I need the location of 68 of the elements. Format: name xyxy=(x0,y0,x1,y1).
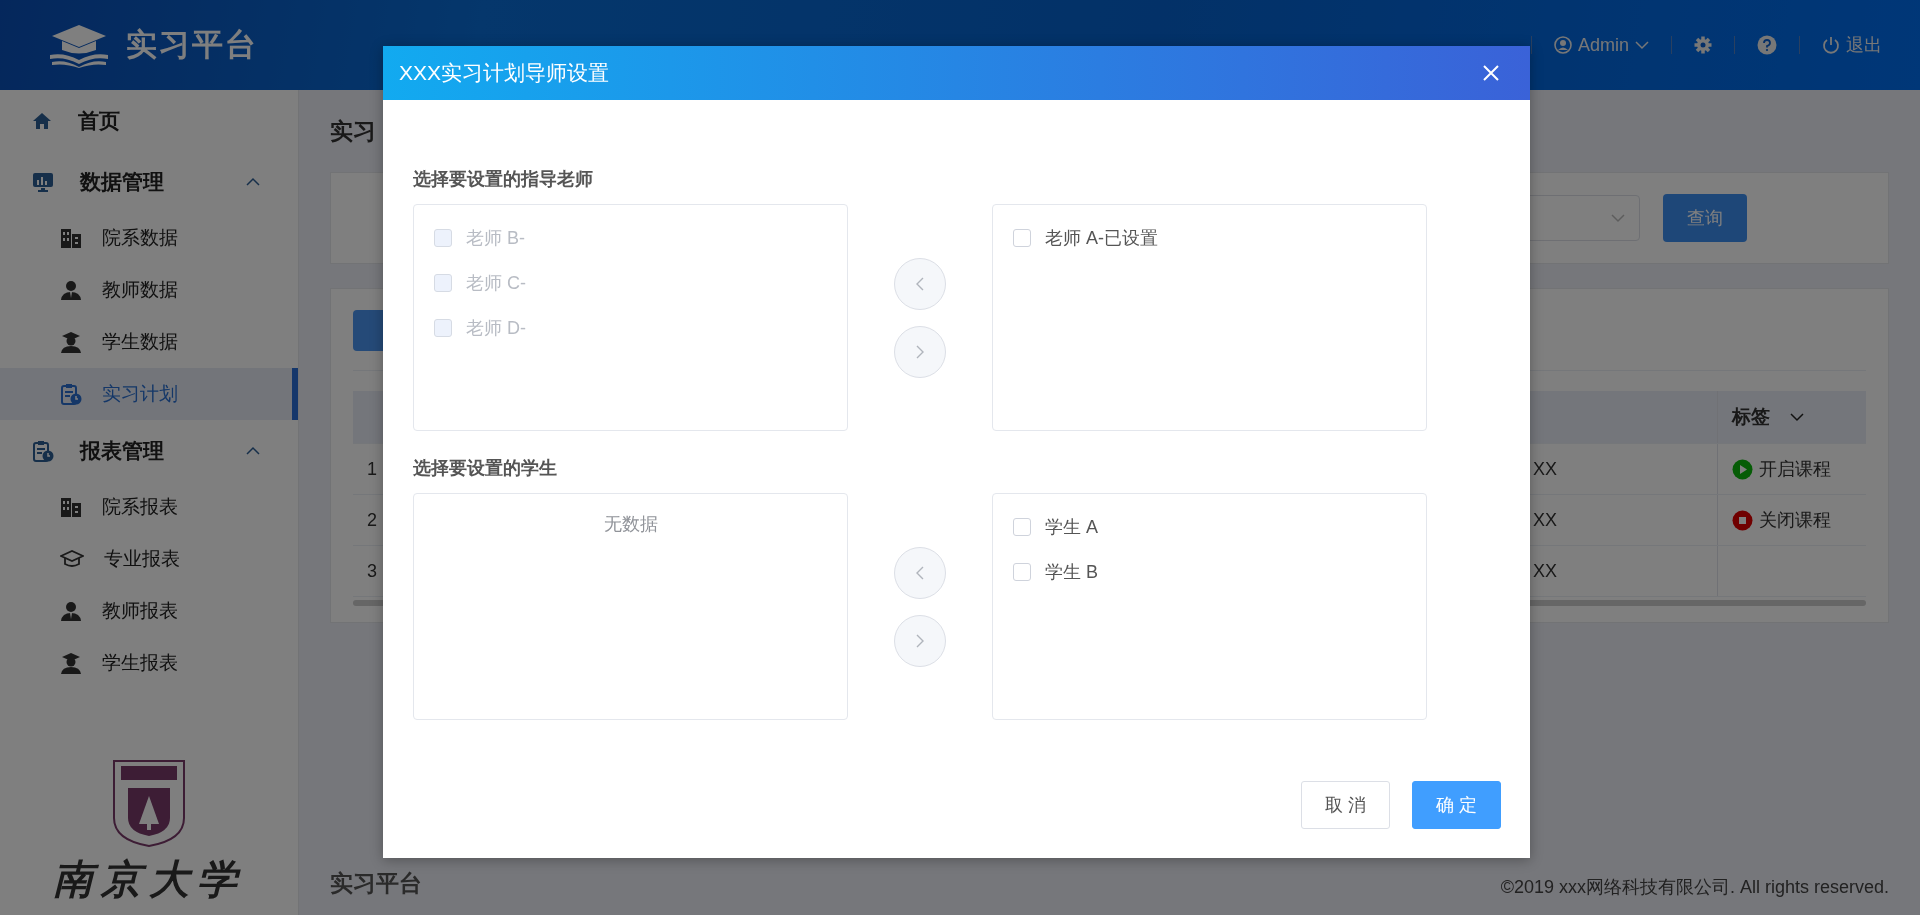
status-tag: 关闭课程 xyxy=(1732,508,1831,532)
nav-item[interactable]: 学生数据 xyxy=(0,316,298,368)
nav-item[interactable]: 数据管理 xyxy=(0,151,298,212)
cancel-button[interactable]: 取 消 xyxy=(1301,781,1390,829)
logo-text: 南京大学 xyxy=(53,854,245,904)
page-title: 实习 xyxy=(330,116,376,146)
chevron-right-icon xyxy=(915,632,925,649)
footer-brand: 实习平台 xyxy=(330,869,422,898)
nav-item[interactable]: 学生报表 xyxy=(0,637,298,689)
table-cell: XX xyxy=(1533,560,1557,582)
logo-icon xyxy=(48,22,110,68)
section-label: 选择要设置的学生 xyxy=(413,457,558,480)
mortarboard-icon xyxy=(60,549,84,569)
chevron-left-icon xyxy=(915,564,925,581)
checkbox[interactable] xyxy=(1013,517,1031,536)
nav-item[interactable]: 报表管理 xyxy=(0,420,298,481)
chevron-right-icon xyxy=(915,343,925,360)
person-icon xyxy=(60,601,82,621)
chevron-down-icon xyxy=(1611,213,1625,223)
graduate-icon xyxy=(60,331,82,353)
clipboard-clock-icon xyxy=(60,383,82,405)
checkbox[interactable] xyxy=(1013,562,1031,581)
transfer-item[interactable]: 学生 B xyxy=(993,549,1426,594)
home-icon xyxy=(32,111,52,130)
chevron-down-icon xyxy=(1635,40,1649,50)
nav-item[interactable]: 教师数据 xyxy=(0,264,298,316)
table-cell: 2 xyxy=(367,509,377,531)
user-menu[interactable]: Admin xyxy=(1553,34,1649,56)
checkbox[interactable] xyxy=(1013,228,1031,247)
help-icon xyxy=(1757,35,1777,55)
power-icon xyxy=(1822,36,1840,54)
person-icon xyxy=(60,280,82,300)
table-cell: XX xyxy=(1533,509,1557,531)
nav-item[interactable]: 院系数据 xyxy=(0,212,298,264)
clipboard-clock-icon xyxy=(32,439,54,462)
dialog-title: XXX实习计划导师设置 xyxy=(399,60,610,86)
monitor-chart-icon xyxy=(32,171,54,192)
stop-icon xyxy=(1732,509,1753,531)
building-icon xyxy=(60,228,82,248)
chevron-up-icon xyxy=(246,445,260,456)
close-icon xyxy=(1482,64,1500,82)
transfer-item[interactable]: 老师 A-已设置 xyxy=(993,215,1426,260)
chevron-left-icon xyxy=(915,275,925,292)
column-header[interactable]: 标签 xyxy=(1732,404,1804,430)
nav-item[interactable]: 院系报表 xyxy=(0,481,298,533)
status-tag: 开启课程 xyxy=(1732,457,1831,481)
empty-text: 无数据 xyxy=(602,513,659,536)
confirm-button[interactable]: 确 定 xyxy=(1412,781,1501,829)
chevron-up-icon xyxy=(246,176,260,187)
building-icon xyxy=(60,497,82,517)
chevron-down-icon xyxy=(1790,412,1804,422)
section-label: 选择要设置的指导老师 xyxy=(413,168,594,191)
transfer-item[interactable]: 学生 A xyxy=(993,504,1426,549)
nav-item[interactable]: 首页 xyxy=(0,90,298,151)
nav-item[interactable]: 专业报表 xyxy=(0,533,298,585)
user-icon xyxy=(1553,36,1572,54)
graduate-icon xyxy=(60,652,82,674)
query-button[interactable]: 查询 xyxy=(1663,194,1747,242)
play-icon xyxy=(1732,458,1753,480)
table-cell: 1 xyxy=(367,458,377,480)
logout-button[interactable]: 退出 xyxy=(1822,33,1882,57)
copyright-text: ©2019 xxx网络科技有限公司. All rights reserved. xyxy=(1500,876,1889,899)
app-title: 实习平台 xyxy=(126,26,258,64)
table-cell: XX xyxy=(1533,458,1557,480)
table-cell: 3 xyxy=(367,560,377,582)
settings-icon xyxy=(1694,36,1712,54)
nav-item[interactable]: 教师报表 xyxy=(0,585,298,637)
nav-item[interactable]: 实习计划 xyxy=(0,368,298,420)
